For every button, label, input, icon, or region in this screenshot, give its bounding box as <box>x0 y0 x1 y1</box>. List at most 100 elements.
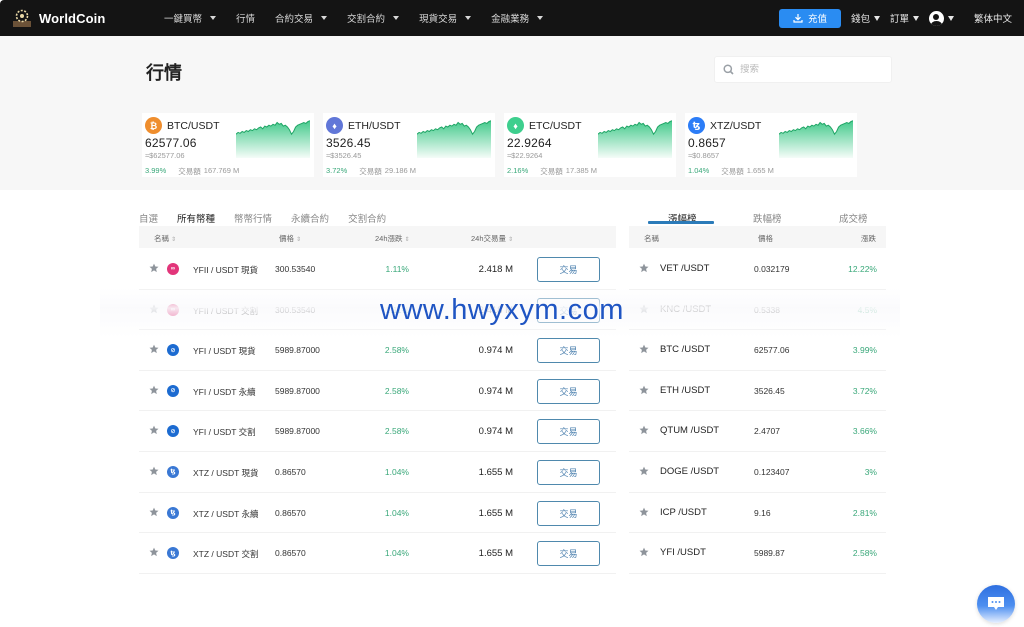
ranking-tab-1[interactable]: 跌幅榜 <box>753 211 782 225</box>
caret-down-icon <box>393 16 400 20</box>
nav-item-label: 交割合約 <box>347 14 386 25</box>
ticker-volume-label: 交易額 <box>540 167 563 176</box>
trade-button[interactable]: 交易 <box>537 338 600 364</box>
nav-item-1[interactable]: 行情 <box>236 11 255 25</box>
trade-button[interactable]: 交易 <box>537 378 600 404</box>
favorite-star-icon[interactable] <box>639 547 649 559</box>
rank-col-change: 漲跌 <box>861 234 876 243</box>
ticker-footer: 3.99% 交易額 167.769 M <box>145 166 310 177</box>
yfi-icon: ⊘ <box>167 384 179 397</box>
trade-button[interactable]: 交易 <box>537 541 600 567</box>
market-change: 1.04% <box>384 507 409 518</box>
trade-button[interactable]: 交易 <box>537 257 600 282</box>
wallet-menu[interactable]: 錢包 <box>851 11 880 25</box>
favorite-star-icon[interactable] <box>639 466 649 478</box>
ranking-row[interactable]: ETH /USDT 3526.45 3.72% <box>629 371 886 412</box>
nav-item-label: 合約交易 <box>275 14 314 25</box>
nav-item-0[interactable]: 一鍵買幣 <box>164 11 217 25</box>
ticker-card[interactable]: ♦ ETC/USDT 22.9264 ≈$22.9264 2.16% 交易額 17.385 … <box>504 113 676 177</box>
ranking-change: 2.58% <box>852 548 877 559</box>
col-price[interactable]: 價格 ⇕ <box>279 233 301 244</box>
trade-button[interactable]: 交易 <box>537 500 600 526</box>
ticker-change: 2.16% <box>507 166 529 175</box>
ranking-price: 0.032179 <box>754 264 790 274</box>
market-row: ꜩ XTZ / USDT 永續 0.86570 1.04% 1.655 M 交易 <box>139 493 616 534</box>
ranking-row[interactable]: VET /USDT 0.032179 12.22% <box>629 249 886 290</box>
yfii-icon: ∞ <box>167 263 179 275</box>
favorite-star-icon[interactable] <box>639 385 649 397</box>
favorite-star-icon[interactable] <box>639 507 649 519</box>
brand-name: WorldCoin <box>39 10 106 26</box>
favorite-star-icon[interactable] <box>149 344 159 356</box>
caret-down-icon <box>947 15 954 21</box>
orders-menu[interactable]: 訂單 <box>890 11 919 25</box>
chat-support-button[interactable] <box>977 585 1015 623</box>
brand-logo[interactable]: WorldCoin <box>12 8 142 28</box>
market-name: XTZ / USDT 交割 <box>193 549 259 560</box>
favorite-star-icon[interactable] <box>639 263 649 275</box>
market-change: 2.58% <box>384 426 409 437</box>
nav-item-2[interactable]: 合約交易 <box>275 11 328 25</box>
col-volume[interactable]: 24h交易量 ⇕ <box>471 233 513 244</box>
ticker-volume: 17.385 M <box>565 166 598 175</box>
market-change: 1.04% <box>384 466 409 477</box>
trade-button[interactable]: 交易 <box>537 419 600 445</box>
caret-down-icon <box>210 16 217 20</box>
favorite-star-icon[interactable] <box>639 425 649 437</box>
favorite-star-icon[interactable] <box>149 263 159 275</box>
ranking-price: 0.123407 <box>754 466 790 477</box>
market-volume: 1.655 M <box>478 548 513 560</box>
search-input[interactable] <box>740 64 880 75</box>
col-name[interactable]: 名稱 ⇕ <box>154 233 176 244</box>
search-box[interactable] <box>714 56 892 83</box>
market-change: 1.04% <box>384 548 409 559</box>
ranking-change: 3.72% <box>852 385 877 396</box>
ranking-row[interactable]: DOGE /USDT 0.123407 3% <box>629 452 886 493</box>
language-switcher[interactable]: 繁体中文 <box>974 11 1012 25</box>
sparkline-chart <box>597 118 673 158</box>
watermark-text: www.hwyxym.com <box>380 294 624 326</box>
ranking-row[interactable]: YFI /USDT 5989.87 2.58% <box>629 533 886 574</box>
market-row: ꜩ XTZ / USDT 現貨 0.86570 1.04% 1.655 M 交易 <box>139 452 616 493</box>
ethereum-classic-icon: ♦ <box>507 117 524 134</box>
caret-down-icon <box>912 15 919 21</box>
favorite-star-icon[interactable] <box>149 425 159 437</box>
col-change[interactable]: 24h漲跌 ⇕ <box>375 233 410 244</box>
ticker-card[interactable]: ₿ BTC/USDT 62577.06 ≈$62577.06 3.99% 交易額 167.7… <box>142 113 314 177</box>
ranking-price: 9.16 <box>754 507 771 518</box>
ranking-pair: YFI /USDT <box>660 547 706 559</box>
favorite-star-icon[interactable] <box>149 466 159 478</box>
favorite-star-icon[interactable] <box>149 385 159 397</box>
deposit-label: 充值 <box>807 14 827 25</box>
search-icon <box>723 64 734 75</box>
sparkline-chart <box>778 118 854 158</box>
ranking-row[interactable]: ICP /USDT 9.16 2.81% <box>629 493 886 534</box>
trade-button[interactable]: 交易 <box>537 459 600 485</box>
ticker-pair: ETC/USDT <box>529 119 582 132</box>
nav-item-5[interactable]: 金融業務 <box>491 11 544 25</box>
ranking-pair: VET /USDT <box>660 263 710 274</box>
ticker-card[interactable]: ♦ ETH/USDT 3526.45 ≈$3526.45 3.72% 交易額 29.186 … <box>323 113 495 177</box>
ticker-volume: 29.186 M <box>384 166 417 175</box>
orders-label: 訂單 <box>889 14 909 25</box>
ticker-card[interactable]: ꜩ XTZ/USDT 0.8657 ≈$0.8657 1.04% 交易額 1.655 M <box>685 113 857 177</box>
deposit-button[interactable]: 充值 <box>778 8 841 28</box>
ticker-pair: BTC/USDT <box>167 119 220 132</box>
favorite-star-icon[interactable] <box>149 547 159 559</box>
ranking-pair: BTC /USDT <box>660 344 711 356</box>
account-menu[interactable] <box>928 10 954 26</box>
ranking-row[interactable]: QTUM /USDT 2.4707 3.66% <box>629 411 886 452</box>
user-avatar-icon <box>928 10 944 26</box>
ranking-tab-2[interactable]: 成交榜 <box>839 211 868 225</box>
favorite-star-icon[interactable] <box>149 507 159 519</box>
ranking-price: 2.4707 <box>754 426 780 437</box>
ranking-pair: ETH /USDT <box>660 384 711 396</box>
ranking-change: 12.22% <box>848 264 877 274</box>
market-price: 5989.87000 <box>275 385 320 396</box>
market-change: 2.58% <box>384 345 409 356</box>
nav-item-3[interactable]: 交割合約 <box>347 11 400 25</box>
nav-item-4[interactable]: 現貨交易 <box>419 11 472 25</box>
favorite-star-icon[interactable] <box>639 344 649 356</box>
market-volume: 0.974 M <box>478 426 513 438</box>
ranking-change: 3.99% <box>852 345 877 356</box>
